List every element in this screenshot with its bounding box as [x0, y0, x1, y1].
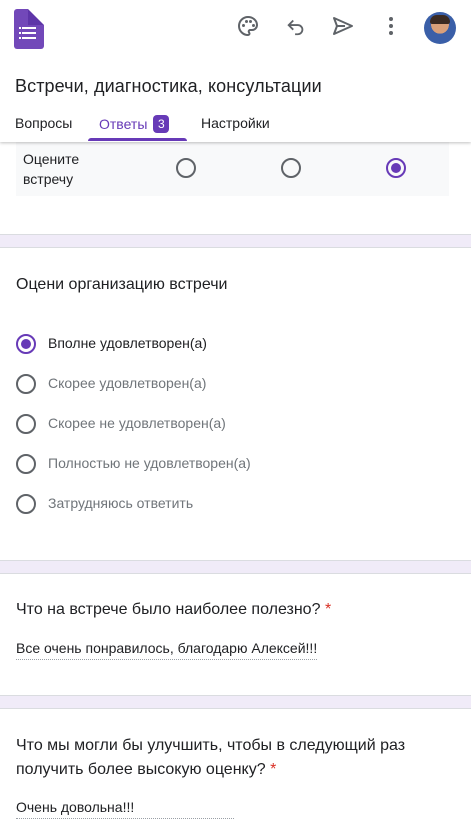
- grid-radio-1[interactable]: [176, 158, 196, 178]
- undo-icon[interactable]: [283, 13, 309, 39]
- list-dot: [19, 32, 21, 34]
- question-title: Что мы могли бы улучшить, чтобы в следую…: [16, 734, 405, 782]
- grid-radio-3[interactable]: [386, 158, 406, 178]
- radio[interactable]: [16, 454, 36, 474]
- list-line: [22, 27, 36, 29]
- form-title: Встречи, диагностика, консультации: [15, 76, 322, 96]
- option-label: Вполне удовлетворен(а): [48, 335, 207, 351]
- avatar-hair: [430, 15, 450, 24]
- required-asterisk: *: [270, 761, 277, 778]
- list-dot: [19, 27, 21, 29]
- list-line: [22, 32, 36, 34]
- tab-responses-label: Ответы: [99, 116, 148, 132]
- tab-responses[interactable]: Ответы 3: [99, 115, 170, 133]
- answer-text: Все очень понравилось, благодарю Алексей…: [16, 640, 318, 660]
- option-label: Затрудняюсь ответить: [48, 495, 194, 511]
- radio-selected[interactable]: [16, 334, 36, 354]
- question-card-organization: Оцени организацию встречи Вполне удовлет…: [0, 247, 471, 561]
- question-card-improve: Что мы могли бы улучшить, чтобы в следую…: [0, 708, 471, 831]
- option-label: Полностью не удовлетворен(а): [48, 455, 251, 471]
- required-asterisk: *: [324, 601, 332, 618]
- question-card-useful: Что на встрече было наиболее полезно? * …: [0, 573, 471, 696]
- radio[interactable]: [16, 414, 36, 434]
- list-line: [22, 37, 36, 39]
- grid-radio-2[interactable]: [281, 158, 301, 178]
- question-title-text: Что на встрече было наиболее полезно?: [16, 601, 321, 618]
- active-tab-indicator: [88, 138, 187, 141]
- grid-row: Оцените встречу: [16, 142, 449, 196]
- option-label: Скорее удовлетворен(а): [48, 375, 207, 391]
- palette-icon[interactable]: [235, 13, 261, 39]
- tab-bar: Вопросы Ответы 3 Настройки: [0, 112, 471, 142]
- grid-row-label: Оцените встречу: [23, 151, 80, 187]
- radio[interactable]: [16, 374, 36, 394]
- top-app-bar: Встречи, диагностика, консультации Вопро…: [0, 0, 471, 142]
- more-vert-icon[interactable]: [378, 13, 404, 39]
- question-title-line1: Что мы могли бы улучшить, чтобы в следую…: [16, 737, 406, 754]
- answer-text: Очень довольна!!!: [16, 799, 234, 819]
- avatar[interactable]: [424, 12, 456, 44]
- send-icon[interactable]: [330, 13, 356, 39]
- question-title: Оцени организацию встречи: [16, 276, 228, 293]
- question-title-line2: получить более высокую оценку?: [16, 761, 266, 778]
- responses-count-badge: 3: [153, 115, 170, 133]
- list-dot: [19, 37, 21, 39]
- forms-logo-icon[interactable]: [14, 9, 44, 49]
- tab-settings[interactable]: Настройки: [201, 115, 270, 131]
- question-title: Что на встрече было наиболее полезно? *: [16, 598, 331, 622]
- radio[interactable]: [16, 494, 36, 514]
- tab-questions[interactable]: Вопросы: [15, 115, 72, 131]
- option-label: Скорее не удовлетворен(а): [48, 415, 226, 431]
